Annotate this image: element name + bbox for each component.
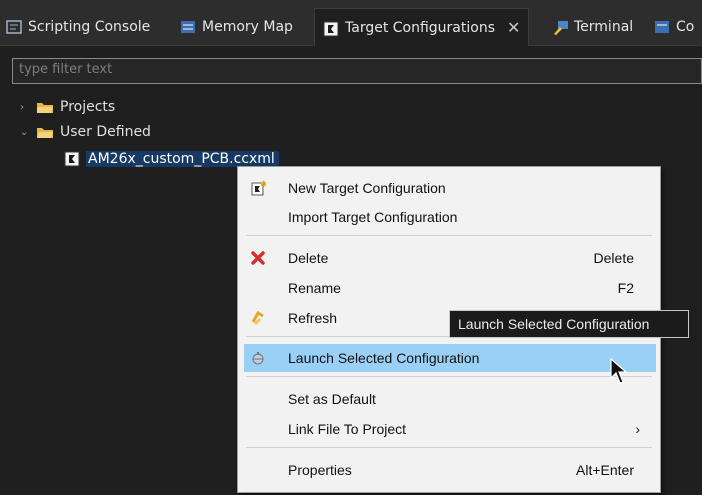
tree-label-selected: AM26x_custom_PCB.ccxml	[86, 151, 279, 167]
menu-item-set-default[interactable]: Set as Default	[238, 385, 660, 413]
shortcut-alt-enter: Alt+Enter	[576, 462, 634, 478]
tree-item-projects[interactable]: › Projects	[20, 96, 115, 118]
tab-memory-map[interactable]: Memory Map	[180, 10, 293, 44]
menu-separator	[246, 447, 652, 448]
tab-console[interactable]: Co	[654, 10, 694, 44]
menu-separator	[246, 376, 652, 377]
menu-item-link-file[interactable]: Link File To Project ›	[238, 415, 660, 443]
menu-item-properties[interactable]: Properties Alt+Enter	[238, 456, 660, 484]
tree-item-user-defined[interactable]: ⌄ User Defined	[20, 121, 151, 143]
refresh-icon	[250, 310, 266, 326]
console-icon	[654, 20, 670, 34]
menu-item-new-target[interactable]: ✱ New Target Configuration	[238, 174, 660, 202]
tree-label: User Defined	[60, 124, 151, 140]
console-icon	[6, 20, 22, 34]
tab-label: Terminal	[574, 19, 634, 35]
menu-item-import-target[interactable]: Import Target Configuration	[238, 203, 660, 231]
delete-icon	[250, 250, 266, 266]
menu-item-launch-configuration[interactable]: Launch Selected Configuration	[244, 344, 656, 372]
tab-terminal[interactable]: Terminal	[552, 10, 633, 44]
filter-input[interactable]: type filter text	[12, 58, 702, 84]
menu-item-delete[interactable]: Delete Delete	[238, 244, 660, 272]
tooltip-text: Launch Selected Configuration	[458, 316, 650, 332]
filter-placeholder: type filter text	[19, 62, 113, 77]
shortcut-f2: F2	[617, 280, 634, 296]
mouse-pointer-icon	[610, 357, 628, 386]
tab-label: Target Configurations	[345, 19, 496, 36]
target-config-icon	[323, 21, 339, 36]
folder-open-icon	[36, 126, 54, 139]
shortcut-delete: Delete	[593, 250, 634, 266]
editor-tab-bar: Scripting Console Memory Map Target Conf…	[0, 0, 702, 46]
menu-item-rename[interactable]: Rename F2	[238, 274, 660, 302]
tab-target-configurations[interactable]: Target Configurations ✕	[314, 8, 530, 46]
tab-label: Memory Map	[202, 19, 293, 35]
close-icon[interactable]: ✕	[507, 18, 520, 37]
tooltip: Launch Selected Configuration	[449, 310, 689, 338]
tab-scripting-console[interactable]: Scripting Console	[6, 10, 150, 44]
chevron-down-icon[interactable]: ⌄	[20, 127, 30, 138]
terminal-icon	[552, 20, 568, 35]
menu-separator	[246, 235, 652, 236]
target-config-file-icon	[64, 151, 80, 167]
submenu-arrow-icon: ›	[635, 421, 640, 437]
tab-label: Scripting Console	[28, 19, 151, 35]
new-target-icon: ✱	[250, 179, 268, 196]
folder-icon	[36, 101, 54, 114]
memory-map-icon	[180, 20, 196, 34]
launch-debug-icon	[250, 350, 266, 366]
tree-label: Projects	[60, 99, 116, 115]
chevron-right-icon[interactable]: ›	[20, 102, 30, 113]
tab-label: Co	[676, 19, 695, 35]
svg-text:✱: ✱	[260, 180, 266, 189]
